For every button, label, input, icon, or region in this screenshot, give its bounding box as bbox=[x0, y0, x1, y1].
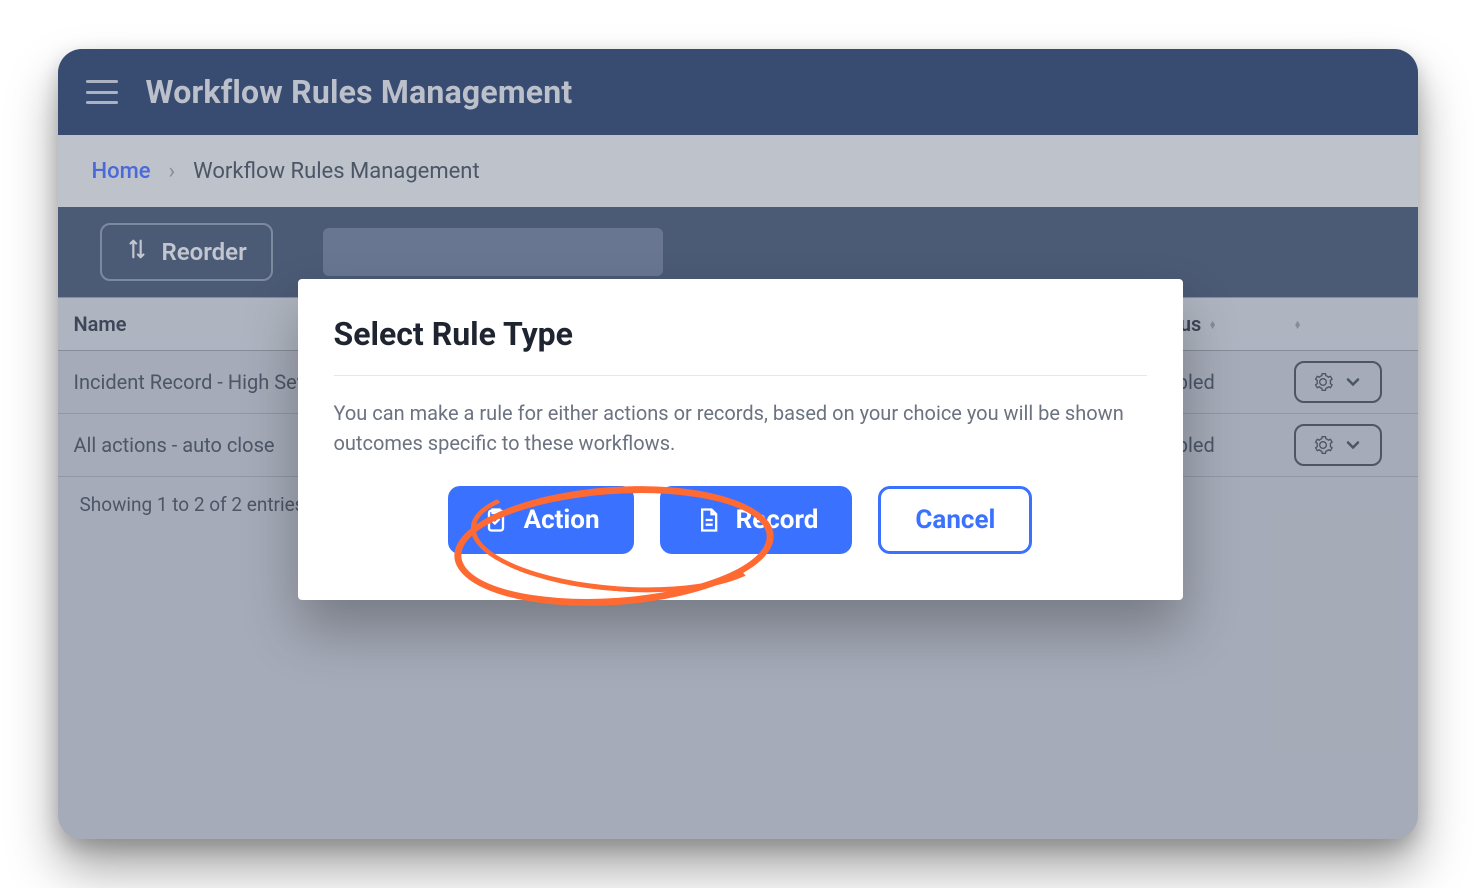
hamburger-menu-icon[interactable] bbox=[86, 80, 118, 104]
chevron-down-icon bbox=[1343, 372, 1363, 392]
chevron-down-icon bbox=[1343, 435, 1363, 455]
row-action-menu-button[interactable] bbox=[1294, 361, 1382, 403]
breadcrumb: Home › Workflow Rules Management bbox=[58, 135, 1418, 207]
gear-icon bbox=[1313, 372, 1333, 392]
modal-button-row: Action Record Cancel bbox=[334, 486, 1147, 554]
sort-icon: ♦ bbox=[1210, 316, 1216, 333]
col-actions: ♦ bbox=[1278, 298, 1418, 350]
record-button[interactable]: Record bbox=[660, 486, 853, 554]
reorder-button[interactable]: Reorder bbox=[100, 223, 273, 281]
clipboard-check-icon bbox=[482, 506, 510, 534]
reorder-icon bbox=[126, 238, 148, 266]
modal-title: Select Rule Type bbox=[334, 315, 1147, 376]
chevron-right-icon: › bbox=[169, 159, 176, 184]
select-rule-type-modal: Select Rule Type You can make a rule for… bbox=[298, 279, 1183, 600]
breadcrumb-home-link[interactable]: Home bbox=[92, 159, 151, 184]
cancel-button[interactable]: Cancel bbox=[878, 486, 1032, 554]
app-frame: Workflow Rules Management Home › Workflo… bbox=[58, 49, 1418, 839]
sort-icon: ♦ bbox=[1294, 316, 1300, 333]
document-icon bbox=[694, 506, 722, 534]
page-title: Workflow Rules Management bbox=[146, 73, 573, 111]
row-action-menu-button[interactable] bbox=[1294, 424, 1382, 466]
app-header: Workflow Rules Management bbox=[58, 49, 1418, 135]
reorder-button-label: Reorder bbox=[162, 238, 247, 266]
search-input[interactable] bbox=[323, 228, 663, 276]
action-button[interactable]: Action bbox=[448, 486, 634, 554]
breadcrumb-current: Workflow Rules Management bbox=[193, 159, 480, 184]
modal-body-text: You can make a rule for either actions o… bbox=[334, 398, 1147, 458]
gear-icon bbox=[1313, 435, 1333, 455]
